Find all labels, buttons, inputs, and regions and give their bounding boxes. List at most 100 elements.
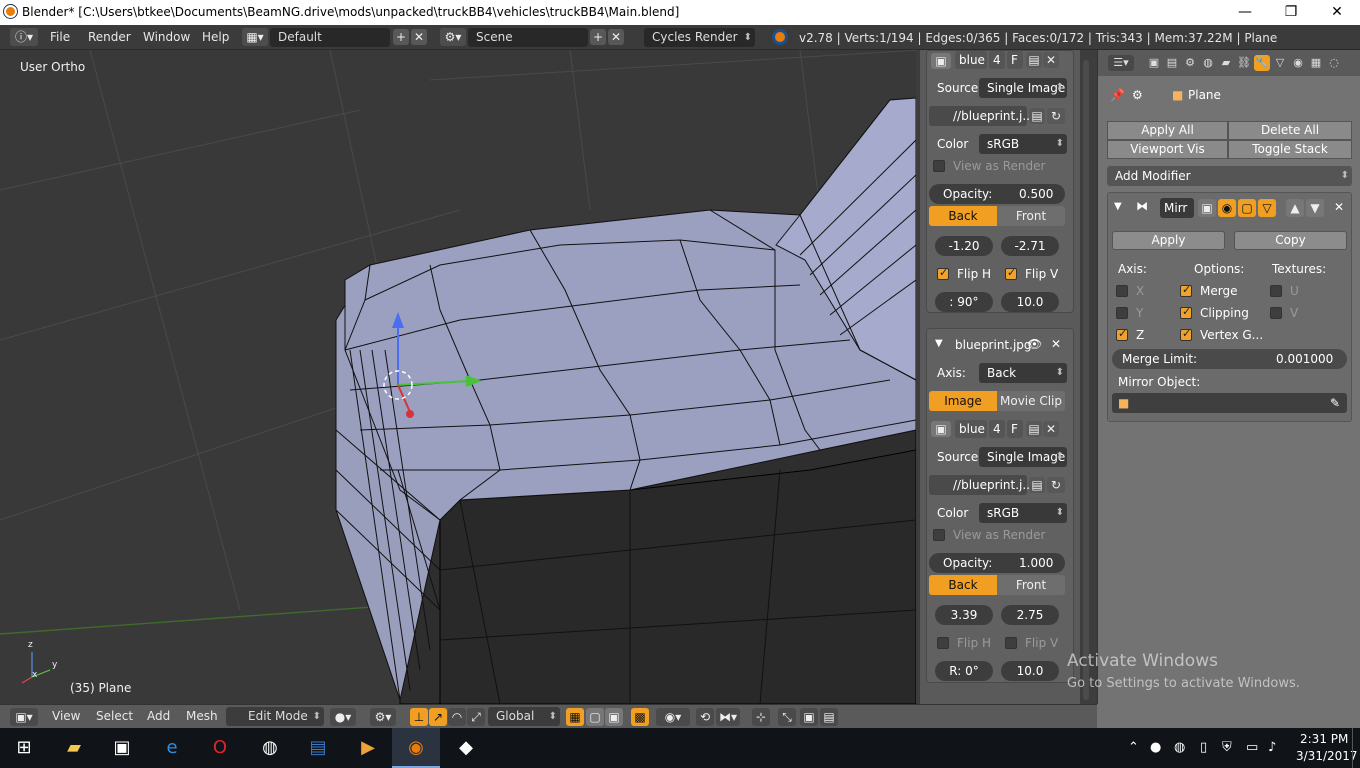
limit-selection-icon[interactable]: ▩ — [631, 708, 649, 726]
menu-window[interactable]: Window — [137, 28, 196, 47]
tray-steam-icon[interactable]: ◍ — [1174, 740, 1185, 755]
image-browse-icon[interactable]: ▣ — [931, 53, 951, 69]
maximize-button[interactable]: ❐ — [1268, 0, 1314, 25]
opera-browser-icon[interactable]: O — [196, 728, 244, 768]
viewport-menu-view[interactable]: View — [46, 707, 86, 726]
object-tab-icon[interactable]: ▰ — [1218, 55, 1234, 71]
color-space-select[interactable]: sRGB — [979, 134, 1067, 154]
flip-h-checkbox[interactable] — [937, 266, 949, 280]
texture-tab-icon[interactable]: ▦ — [1308, 55, 1324, 71]
copy-modifier-button[interactable]: Copy — [1234, 231, 1347, 250]
reload-icon[interactable]: ↻ — [1047, 108, 1065, 124]
proportional-editing-icon[interactable]: ◉▾ — [656, 708, 690, 726]
flip-v-checkbox[interactable] — [1005, 266, 1017, 280]
render-tab-icon[interactable]: ▣ — [1146, 55, 1162, 71]
draw-back-button[interactable]: Back — [929, 575, 997, 595]
filepath-field[interactable]: //blueprint.j... — [929, 106, 1034, 126]
fake-user-button[interactable]: F — [1007, 51, 1023, 69]
unity-icon[interactable]: ◆ — [442, 728, 490, 768]
flip-h-checkbox[interactable] — [937, 637, 949, 649]
new-image-icon[interactable]: ▤ — [1026, 52, 1042, 68]
translate-manipulator-icon[interactable]: ↗ — [429, 708, 447, 726]
render-layers-tab-icon[interactable]: ▤ — [1164, 55, 1180, 71]
merge-checkbox[interactable] — [1180, 283, 1192, 297]
draw-front-button[interactable]: Front — [997, 206, 1065, 226]
tray-chevron-icon[interactable]: ⌃ — [1128, 740, 1139, 755]
material-tab-icon[interactable]: ◉ — [1290, 55, 1306, 71]
view-as-render-checkbox[interactable] — [933, 529, 945, 541]
layout-grid-icon[interactable]: ▦▾ — [242, 28, 268, 46]
offset-y-field[interactable]: -2.71 — [1001, 236, 1059, 256]
size-field[interactable]: 10.0 — [1001, 292, 1059, 312]
scene-name-field[interactable]: Scene — [468, 28, 588, 47]
move-up-icon[interactable]: ▲ — [1286, 199, 1304, 217]
taskbar-date[interactable]: 3/31/2017 — [1296, 749, 1358, 763]
3d-viewport[interactable]: User Ortho (35) Plane z y x — [0, 50, 916, 704]
toggle-stack-button[interactable]: Toggle Stack — [1228, 140, 1352, 159]
filepath-field[interactable]: //blueprint.j... — [929, 475, 1034, 495]
constraints-tab-icon[interactable]: ⛓ — [1236, 55, 1252, 71]
editor-type-icon[interactable]: ☰▾ — [1108, 55, 1134, 71]
transform-orientation-select[interactable]: Global — [488, 707, 560, 726]
source-select[interactable]: Single Image — [979, 447, 1067, 467]
axis-y-checkbox[interactable] — [1116, 307, 1128, 319]
modifiers-tab-icon[interactable]: 🔧 — [1254, 55, 1270, 71]
modifier-name-field[interactable]: Mirr — [1160, 198, 1194, 218]
viewport-menu-mesh[interactable]: Mesh — [180, 707, 224, 726]
axis-x-checkbox[interactable] — [1116, 285, 1128, 297]
viewport-vis-button[interactable]: Viewport Vis — [1107, 140, 1228, 159]
edge-select-icon[interactable]: ▣ — [605, 708, 623, 726]
editmode-toggle-icon[interactable]: ▢ — [1238, 199, 1256, 217]
modifier-collapse-icon[interactable]: ▼ — [1114, 201, 1122, 212]
source-image-tab[interactable]: Image — [929, 391, 997, 411]
image-name-field[interactable]: blue — [955, 51, 987, 69]
collapse-arrow-icon[interactable]: ▼ — [935, 338, 943, 349]
remove-modifier-icon[interactable]: ✕ — [1334, 200, 1344, 214]
view-as-render-checkbox[interactable] — [933, 160, 945, 172]
file-browse-icon[interactable]: ▤ — [1029, 108, 1045, 124]
blender-taskbar-icon[interactable]: ◉ — [392, 728, 440, 768]
vertex-groups-checkbox[interactable] — [1180, 327, 1192, 341]
offset-x-field[interactable]: 3.39 — [935, 605, 993, 625]
new-image-icon[interactable]: ▤ — [1026, 421, 1042, 437]
show-desktop-button[interactable] — [1352, 728, 1360, 768]
layer-visibility-icon[interactable]: ▦ — [566, 708, 584, 726]
clipping-checkbox[interactable] — [1180, 305, 1192, 319]
source-select[interactable]: Single Image — [979, 78, 1067, 98]
draw-front-button[interactable]: Front — [997, 575, 1065, 595]
snap-element-icon[interactable]: ⧓▾ — [716, 708, 740, 726]
viewport-editor-type-icon[interactable]: ▣▾ — [10, 708, 38, 726]
physics-tab-icon[interactable]: ◌ — [1326, 55, 1342, 71]
scene-tab-icon[interactable]: ⚙ — [1182, 55, 1198, 71]
layout-name-field[interactable]: Default — [270, 28, 390, 47]
tray-app-icon[interactable]: ● — [1150, 740, 1161, 755]
viewport-menu-add[interactable]: Add — [141, 707, 176, 726]
render-animation-icon[interactable]: ▤ — [820, 708, 838, 726]
image-name-field[interactable]: blue — [955, 420, 987, 438]
scrollbar-thumb[interactable] — [1083, 60, 1089, 700]
tray-network-icon[interactable]: ▭ — [1246, 740, 1258, 755]
steam-icon[interactable]: ◍ — [246, 728, 294, 768]
media-player-icon[interactable]: ▶ — [344, 728, 392, 768]
viewport-menu-select[interactable]: Select — [90, 707, 139, 726]
scale-manipulator-icon[interactable]: ⤢ — [467, 708, 485, 726]
manipulator-toggle-icon[interactable]: ⊥ — [410, 708, 428, 726]
unlink-image-icon[interactable]: ✕ — [1043, 52, 1059, 68]
opengl-render-icon[interactable]: ⤡ — [778, 708, 796, 726]
color-space-select[interactable]: sRGB — [979, 503, 1067, 523]
edge-browser-icon[interactable]: e — [148, 728, 196, 768]
axis-z-checkbox[interactable] — [1116, 327, 1128, 341]
file-browse-icon[interactable]: ▤ — [1029, 477, 1045, 493]
fake-user-button[interactable]: F — [1007, 420, 1023, 438]
mode-select[interactable]: Edit Mode — [226, 707, 324, 726]
file-explorer-icon[interactable]: ▰ — [50, 728, 98, 768]
mirror-object-field[interactable] — [1112, 393, 1347, 413]
rotation-field[interactable]: R: 0° — [935, 661, 993, 681]
snap-toggle-icon[interactable]: ⟲ — [696, 708, 714, 726]
texture-u-checkbox[interactable] — [1270, 285, 1282, 297]
viewport-toggle-icon[interactable]: ◉ — [1218, 199, 1236, 217]
scene-icon[interactable]: ⚙▾ — [440, 28, 466, 46]
source-movie-clip-tab[interactable]: Movie Clip — [997, 391, 1065, 411]
flip-v-checkbox[interactable] — [1005, 637, 1017, 649]
reload-icon[interactable]: ↻ — [1047, 477, 1065, 493]
